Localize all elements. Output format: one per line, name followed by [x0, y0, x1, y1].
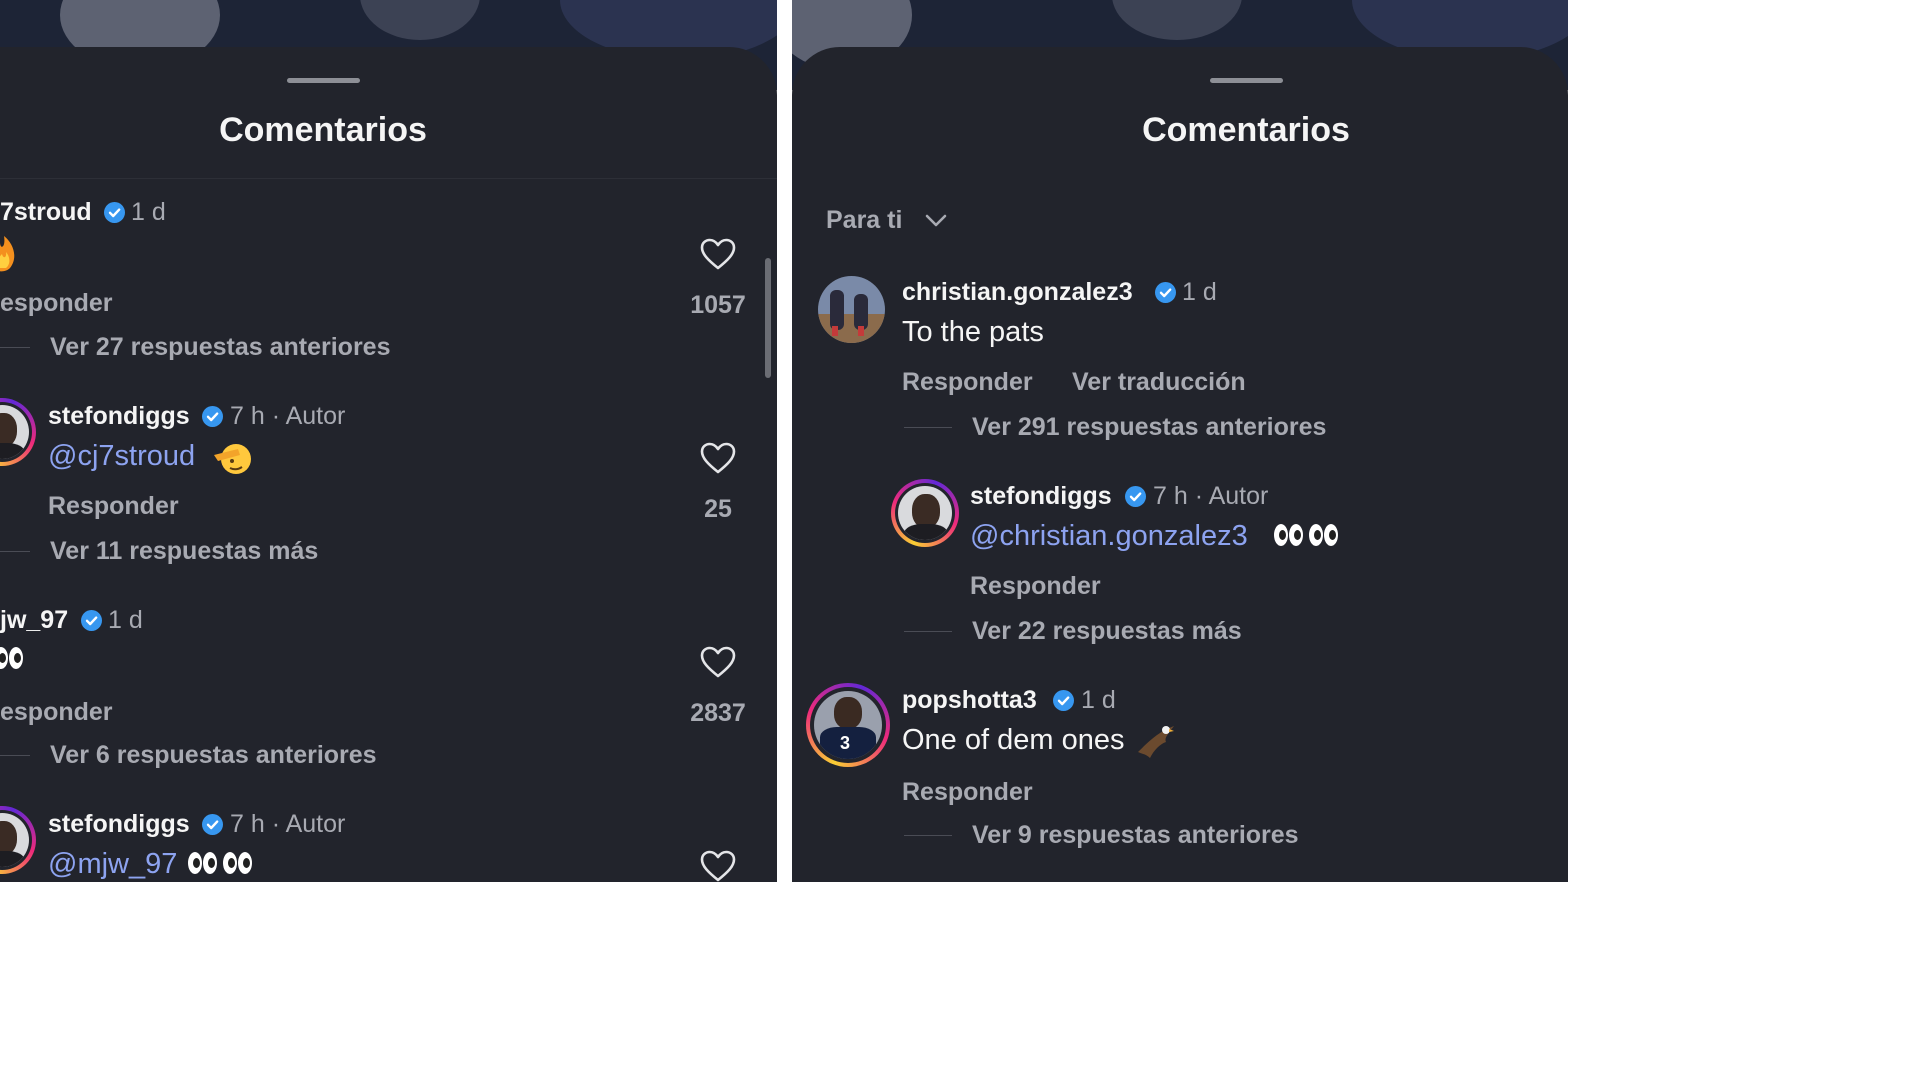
- left-comments-panel: Comentarios 7stroud 1 d esponder 1057 Ve…: [0, 0, 777, 882]
- comment-username[interactable]: stefondiggs: [970, 482, 1112, 511]
- reply-button[interactable]: Responder: [902, 368, 1033, 397]
- reply-button[interactable]: esponder: [0, 289, 113, 318]
- comment-time: 1 d: [131, 198, 166, 226]
- thread-line: [904, 631, 952, 632]
- fire-emoji-icon: [0, 236, 15, 272]
- drag-handle[interactable]: [287, 78, 360, 83]
- mention-link[interactable]: @mjw_97: [48, 848, 177, 881]
- view-replies-link[interactable]: Ver 6 respuestas anteriores: [50, 741, 377, 770]
- verified-badge-icon: [104, 202, 125, 223]
- translate-button[interactable]: Ver traducción: [1072, 368, 1246, 397]
- like-heart-icon[interactable]: [700, 646, 736, 678]
- sheet-title: Comentarios: [1142, 111, 1350, 149]
- like-heart-icon[interactable]: [700, 850, 736, 882]
- avatar[interactable]: 3: [806, 683, 890, 767]
- title-divider: [0, 178, 777, 179]
- salute-emoji-icon: [214, 444, 251, 474]
- verified-badge-icon: [1125, 486, 1146, 507]
- comment-username[interactable]: christian.gonzalez3: [902, 278, 1133, 307]
- verified-badge-icon: [1155, 282, 1176, 303]
- reply-button[interactable]: Responder: [48, 492, 179, 521]
- drag-handle[interactable]: [1210, 78, 1283, 83]
- view-replies-link[interactable]: Ver 27 respuestas anteriores: [50, 333, 390, 362]
- view-replies-link[interactable]: Ver 9 respuestas anteriores: [972, 821, 1299, 850]
- filter-label[interactable]: Para ti: [826, 206, 902, 235]
- like-count: 1057: [690, 291, 746, 319]
- right-comments-panel: Comentarios Para ti christian.gonzalez3 …: [792, 0, 1568, 882]
- comment-time: 7 h · Autor: [1153, 482, 1269, 510]
- reply-button[interactable]: Responder: [970, 572, 1101, 601]
- comment-time: 1 d: [108, 606, 143, 634]
- like-count: 25: [704, 495, 732, 523]
- view-replies-link[interactable]: Ver 291 respuestas anteriores: [972, 413, 1326, 442]
- thread-line: [0, 347, 30, 348]
- scrollbar[interactable]: [765, 258, 771, 378]
- screenshot-collage: Comentarios 7stroud 1 d esponder 1057 Ve…: [0, 0, 1568, 882]
- comment-username[interactable]: stefondiggs: [48, 402, 190, 431]
- thread-line: [0, 551, 30, 552]
- avatar[interactable]: [891, 479, 959, 547]
- comment-time: 1 d: [1081, 686, 1116, 714]
- avatar[interactable]: [818, 276, 885, 343]
- comment-time: 7 h · Autor: [230, 402, 346, 430]
- comment-username[interactable]: popshotta3: [902, 686, 1037, 715]
- like-count: 2837: [690, 699, 746, 727]
- mention-link[interactable]: @christian.gonzalez3: [970, 520, 1248, 553]
- sheet-title: Comentarios: [219, 111, 427, 149]
- comment-text: To the pats: [902, 316, 1044, 348]
- view-replies-link[interactable]: Ver 11 respuestas más: [50, 537, 318, 566]
- verified-badge-icon: [202, 406, 223, 427]
- view-replies-link[interactable]: Ver 22 respuestas más: [972, 617, 1242, 646]
- comment-username[interactable]: jw_97: [0, 606, 68, 635]
- thread-line: [0, 755, 30, 756]
- thread-line: [904, 427, 952, 428]
- eyes-emoji-icon: [1274, 524, 1344, 548]
- like-heart-icon[interactable]: [700, 238, 736, 270]
- verified-badge-icon: [202, 814, 223, 835]
- reply-button[interactable]: esponder: [0, 698, 113, 727]
- comment-text: One of dem ones: [902, 724, 1125, 756]
- comment-username[interactable]: 7stroud: [0, 198, 92, 227]
- verified-badge-icon: [1053, 690, 1074, 711]
- eyes-emoji-icon: [0, 647, 24, 671]
- thread-line: [904, 835, 952, 836]
- reply-button[interactable]: Responder: [902, 778, 1033, 807]
- comment-time: 7 h · Autor: [230, 810, 346, 838]
- eyes-emoji-icon: [188, 852, 258, 876]
- like-heart-icon[interactable]: [700, 442, 736, 474]
- chevron-down-icon[interactable]: [924, 210, 948, 230]
- mention-link[interactable]: @cj7stroud: [48, 440, 195, 473]
- verified-badge-icon: [81, 610, 102, 631]
- eagle-emoji-icon: [1138, 726, 1174, 758]
- comment-username[interactable]: stefondiggs: [48, 810, 190, 839]
- comment-time: 1 d: [1182, 278, 1217, 306]
